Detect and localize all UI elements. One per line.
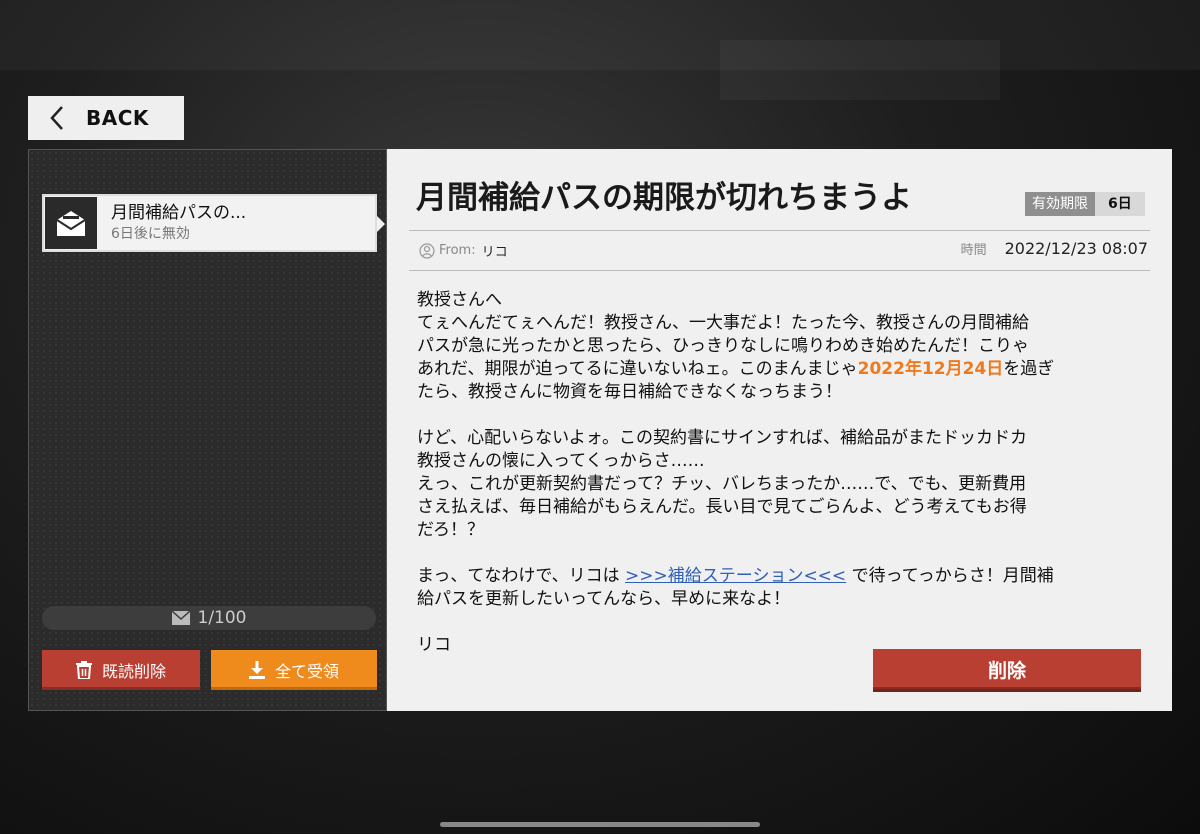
mail-list-item[interactable]: 月間補給パスの... 6日後に無効 [42, 194, 385, 252]
receive-all-label: 全て受領 [274, 662, 339, 681]
time-row: 時間 2022/12/23 08:07 [961, 239, 1148, 258]
body-line: さえ払えば、毎日補給がもらえんだ。長い目で見てごらんよ、どう考えてもお得 [417, 497, 1027, 517]
body-text-segment: を過ぎ [1003, 359, 1055, 379]
body-line: だろ！？ [417, 520, 484, 540]
expiry-value: 6日 [1095, 192, 1145, 216]
body-line: 教授さんの懐に入ってくっからさ…… [417, 451, 705, 471]
mail-item-status: 6日後に無効 [111, 226, 190, 242]
download-icon [248, 661, 265, 679]
mail-detail-panel: 月間補給パスの期限が切れちまうよ 有効期限 6日 From: リコ 時間 202… [387, 149, 1172, 711]
body-line: けど、心配いらないよォ。この契約書にサインすれば、補給品がまたドッカドカ [417, 428, 1027, 448]
home-indicator[interactable] [440, 822, 760, 827]
expiry-label: 有効期限 [1025, 192, 1095, 216]
delete-button[interactable]: 削除 [873, 649, 1141, 689]
time-value: 2022/12/23 08:07 [1004, 239, 1148, 258]
body-line: たら、教授さんに物資を毎日補給できなくなっちまう！ [417, 382, 842, 402]
sender-row: From: リコ [419, 241, 508, 260]
delete-read-button[interactable]: 既読削除 [42, 650, 200, 690]
time-label: 時間 [960, 243, 987, 258]
body-line: てぇへんだてぇへんだ！教授さん、一大事だよ！たった今、教授さんの月間補給 [417, 313, 1029, 333]
envelope-open-icon [45, 197, 97, 249]
mail-count: 1/100 [42, 606, 376, 630]
chevron-left-icon [50, 106, 63, 130]
background-ceiling [0, 0, 1200, 70]
body-line: 給パスを更新したいってんなら、早めに来なよ！ [417, 589, 791, 609]
receive-all-button[interactable]: 全て受領 [211, 650, 377, 690]
body-line: あれだ、期限が迫ってるに違いないねェ。このまんまじゃ2022年12月24日を過ぎ [417, 358, 1152, 381]
header-divider [409, 230, 1150, 231]
delete-read-label: 既読削除 [101, 662, 166, 681]
mail-item-title: 月間補給パスの... [111, 203, 247, 223]
sender-name: リコ [481, 245, 508, 260]
mail-subject: 月間補給パスの期限が切れちまうよ [416, 180, 912, 216]
mail-list-panel: 月間補給パスの... 6日後に無効 1/100 既読削除 全て受領 [28, 149, 387, 711]
mail-body: 教授さんへ てぇへんだてぇへんだ！教授さん、一大事だよ！たった今、教授さんの月間… [417, 289, 1152, 657]
body-line: 教授さんへ [417, 290, 502, 310]
highlighted-date: 2022年12月24日 [857, 359, 1004, 379]
body-text-segment: で待ってっからさ！月間補 [846, 566, 1054, 586]
back-label: BACK [86, 106, 149, 130]
body-line: まっ、てなわけで、リコは >>>補給ステーション<<< で待ってっからさ！月間補 [417, 565, 1152, 588]
trash-icon [75, 661, 92, 679]
mail-count-text: 1/100 [197, 608, 247, 628]
user-icon [419, 242, 435, 259]
body-text-segment: まっ、てなわけで、リコは [417, 566, 626, 586]
background-light [720, 40, 1000, 100]
expiry-badge: 有効期限 6日 [1025, 192, 1145, 216]
meta-divider [409, 270, 1150, 271]
back-button[interactable]: BACK [28, 96, 184, 140]
delete-label: 削除 [987, 659, 1026, 682]
supply-station-link[interactable]: >>>補給ステーション<<< [625, 566, 846, 586]
body-text-segment: あれだ、期限が迫ってるに違いないねェ。このまんまじゃ [417, 359, 858, 379]
envelope-icon [171, 611, 190, 625]
body-line: パスが急に光ったかと思ったら、ひっきりなしに鳴りわめき始めたんだ！こりゃ [417, 336, 1029, 356]
from-label: From: [439, 243, 476, 258]
body-line: えっ、これが更新契約書だって？チッ、バレちまったか……で、でも、更新費用 [417, 474, 1027, 494]
